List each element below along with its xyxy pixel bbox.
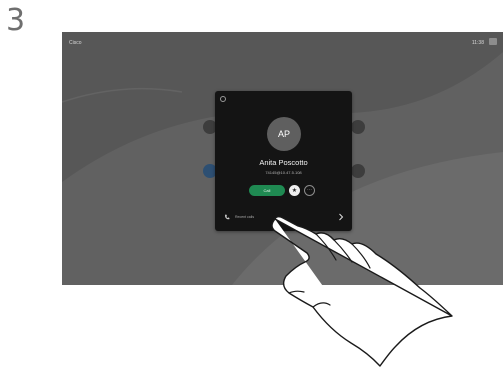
more-icon[interactable]: ⋯ <box>304 185 315 196</box>
home-tile[interactable] <box>351 120 365 134</box>
brand-label: Cisco <box>69 40 82 46</box>
avatar: AP <box>267 117 301 151</box>
star-icon[interactable]: ★ <box>289 185 300 196</box>
recent-calls-label: Recent calls <box>235 215 255 219</box>
step-number: 3 <box>6 3 26 38</box>
panel-icon[interactable] <box>489 38 497 45</box>
contact-card: AP Anita Poscotto 74145@10.47.5.108 Call… <box>215 91 352 231</box>
call-button-label: Call <box>263 188 271 193</box>
contact-name: Anita Poscotto <box>259 158 308 167</box>
back-icon[interactable] <box>220 96 226 102</box>
clock: 11:38 <box>471 40 484 46</box>
call-button[interactable]: Call <box>249 185 285 196</box>
touch-screen: Cisco 11:38 AP Anita Poscotto 74145@10.4… <box>62 32 503 285</box>
contact-address: 74145@10.47.5.108 <box>265 170 302 175</box>
chevron-right-icon <box>339 213 344 221</box>
phone-icon <box>224 214 230 220</box>
home-tile[interactable] <box>351 164 365 178</box>
recent-calls-row[interactable]: Recent calls <box>215 212 352 224</box>
